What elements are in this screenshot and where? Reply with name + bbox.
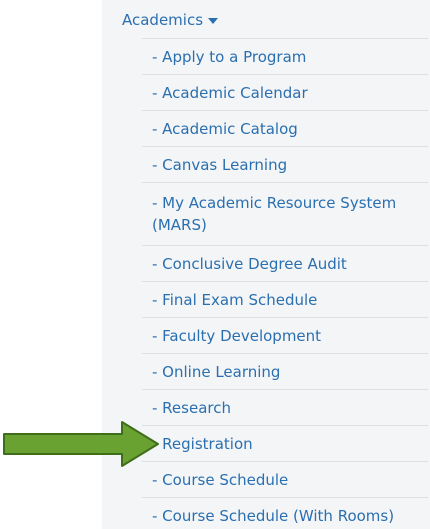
- menu-item-conclusive-degree-audit[interactable]: - Conclusive Degree Audit: [142, 246, 428, 282]
- menu-item-label: - My Academic Resource System (MARS): [152, 194, 397, 234]
- menu-item-label: - Online Learning: [152, 362, 281, 381]
- menu-item-apply-to-a-program[interactable]: - Apply to a Program: [142, 39, 428, 75]
- menu-item-label: - Academic Catalog: [152, 119, 298, 138]
- menu-item-canvas-learning[interactable]: - Canvas Learning: [142, 147, 428, 183]
- menu-item-label: - Conclusive Degree Audit: [152, 254, 347, 273]
- menu-item-academic-calendar[interactable]: - Academic Calendar: [142, 75, 428, 111]
- menu-item-registration[interactable]: - Registration: [142, 426, 428, 462]
- menu-item-label: - Research: [152, 398, 231, 417]
- menu-item-label: - Apply to a Program: [152, 47, 307, 66]
- menu-item-label: - Registration: [152, 434, 253, 453]
- menu-item-label: - Faculty Development: [152, 326, 322, 345]
- menu-item-online-learning[interactable]: - Online Learning: [142, 354, 428, 390]
- menu-item-research[interactable]: - Research: [142, 390, 428, 426]
- arrow-right-icon: [3, 421, 159, 467]
- menu-item-faculty-development[interactable]: - Faculty Development: [142, 318, 428, 354]
- menu-item-academic-catalog[interactable]: - Academic Catalog: [142, 111, 428, 147]
- academics-menu-toggle[interactable]: Academics: [122, 8, 219, 32]
- menu-item-final-exam-schedule[interactable]: - Final Exam Schedule: [142, 282, 428, 318]
- menu-item-label: - Final Exam Schedule: [152, 290, 318, 309]
- menu-item-label: - Academic Calendar: [152, 83, 308, 102]
- chevron-down-icon: [208, 18, 219, 24]
- menu-item-label: - Course Schedule: [152, 470, 289, 489]
- arrow-right-shape: [3, 421, 159, 467]
- academics-menu-label: Academics: [122, 11, 204, 29]
- menu-item-label: - Canvas Learning: [152, 155, 288, 174]
- academics-submenu: - Apply to a Program - Academic Calendar…: [142, 38, 428, 529]
- menu-item-course-schedule[interactable]: - Course Schedule: [142, 462, 428, 498]
- menu-item-label: - Course Schedule (With Rooms): [152, 506, 395, 525]
- menu-item-mars[interactable]: - My Academic Resource System (MARS): [142, 183, 428, 246]
- menu-item-course-schedule-with-rooms[interactable]: - Course Schedule (With Rooms): [142, 498, 428, 529]
